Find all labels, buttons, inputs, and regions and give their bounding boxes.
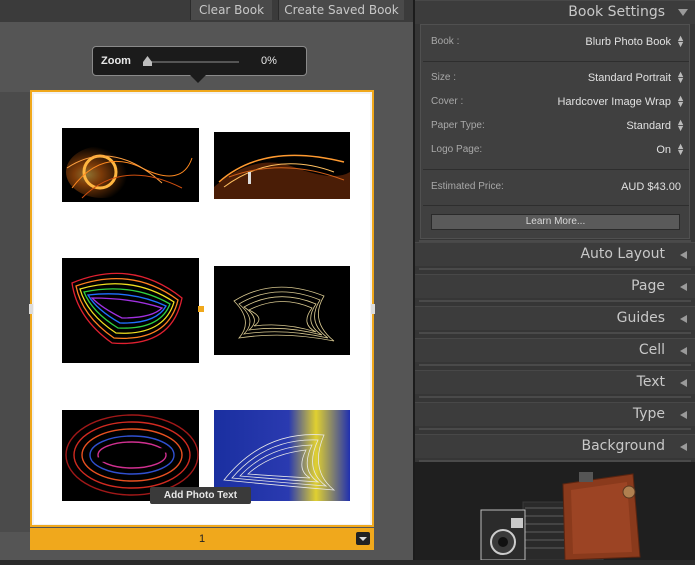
text-title: Text [636,374,665,390]
estimated-price-row: Estimated Price: AUD $43.00 [421,177,691,197]
golden-lightpainting-image [214,266,350,355]
photo-cell-1[interactable] [62,128,199,202]
page-right-handle[interactable] [371,304,375,314]
add-photo-text-button[interactable]: Add Photo Text [150,487,251,504]
zoom-slider-track[interactable] [147,61,239,63]
estimated-price-label: Estimated Price: [431,181,504,192]
panel-separator [419,396,691,398]
cover-label: Cover : [431,96,464,107]
collapse-triangle-icon[interactable] [678,9,688,16]
panel-separator [419,268,691,270]
paper-type-label: Paper Type: [431,120,485,131]
cover-select[interactable]: Hardcover Image Wrap [557,96,671,108]
updown-chevron-icon[interactable]: ▲ ▼ [676,70,685,85]
size-row[interactable]: Size : Standard Portrait ▲ ▼ [421,68,691,88]
spread-shadow [0,92,30,532]
cell-header[interactable]: Cell [415,338,695,362]
updown-chevron-icon[interactable]: ▲ ▼ [676,142,685,157]
paper-type-row[interactable]: Paper Type: Standard ▲ ▼ [421,116,691,136]
estimated-price-value: AUD $43.00 [621,181,681,193]
cover-row[interactable]: Cover : Hardcover Image Wrap ▲ ▼ [421,92,691,112]
zoom-slider-thumb-icon[interactable] [143,56,152,66]
page-footer: 1 [30,528,374,550]
book-label: Book : [431,36,460,47]
module-camera-image [415,462,695,561]
expand-triangle-icon[interactable] [680,347,687,355]
divider [423,205,689,206]
updown-chevron-icon[interactable]: ▲ ▼ [676,94,685,109]
text-header[interactable]: Text [415,370,695,394]
photo-cell-2[interactable] [214,132,350,199]
book-settings-header[interactable]: Book Settings [415,0,695,24]
cell-resize-handle[interactable] [198,306,204,312]
expand-triangle-icon[interactable] [680,315,687,323]
page-panel-title: Page [631,278,665,294]
book-select[interactable]: Blurb Photo Book [585,36,671,48]
expand-triangle-icon[interactable] [680,443,687,451]
book-settings-title: Book Settings [568,4,665,20]
expand-triangle-icon[interactable] [680,251,687,259]
rainbow-lightpainting-image [62,258,199,363]
panel-separator [419,300,691,302]
panel-separator [419,428,691,430]
zoom-label: Zoom [101,55,131,67]
updown-chevron-icon[interactable]: ▲ ▼ [676,34,685,49]
photo-cell-3[interactable] [62,258,199,363]
right-panel: Book Settings Book : Blurb Photo Book ▲ ▼… [413,0,695,561]
book-settings-panel: Book : Blurb Photo Book ▲ ▼ Size : Standa… [420,24,690,239]
divider [423,61,689,62]
light-trail-image [214,132,350,199]
vintage-camera-icon [415,462,695,561]
book-page[interactable] [29,90,375,527]
type-title: Type [632,406,665,422]
background-title: Background [581,438,665,454]
top-toolbar: Clear Book Create Saved Book [0,0,413,22]
page-left-handle[interactable] [29,304,33,314]
page-number: 1 [198,533,206,545]
divider [423,169,689,170]
guides-header[interactable]: Guides [415,306,695,330]
expand-triangle-icon[interactable] [680,379,687,387]
zoom-value: 0% [261,55,277,67]
auto-layout-header[interactable]: Auto Layout [415,242,695,266]
zoom-popup: Zoom 0% [92,46,307,83]
learn-more-button[interactable]: Learn More... [431,214,680,230]
paper-type-select[interactable]: Standard [626,120,671,132]
book-row[interactable]: Book : Blurb Photo Book ▲ ▼ [421,32,691,52]
logo-page-select[interactable]: On [656,144,671,156]
cell-title: Cell [638,342,665,358]
zoom-popup-pointer [190,75,206,83]
updown-chevron-icon[interactable]: ▲ ▼ [676,118,685,133]
expand-triangle-icon[interactable] [680,283,687,291]
page-panel-header[interactable]: Page [415,274,695,298]
create-saved-book-button[interactable]: Create Saved Book [278,0,404,20]
clear-book-button[interactable]: Clear Book [190,0,272,20]
background-header[interactable]: Background [415,434,695,458]
page-menu-dropdown-icon[interactable] [356,532,370,545]
panel-separator [419,364,691,366]
steel-wool-circle-image [62,128,199,202]
panel-separator [419,332,691,334]
type-header[interactable]: Type [415,402,695,426]
guides-title: Guides [616,310,665,326]
size-label: Size : [431,72,457,83]
logo-page-row[interactable]: Logo Page: On ▲ ▼ [421,140,691,160]
size-select[interactable]: Standard Portrait [588,72,671,84]
photo-cell-4[interactable] [214,266,350,355]
book-canvas: Clear Book Create Saved Book Add Photo T… [0,0,413,560]
expand-triangle-icon[interactable] [680,411,687,419]
logo-page-label: Logo Page: [431,144,483,155]
auto-layout-title: Auto Layout [580,246,665,262]
